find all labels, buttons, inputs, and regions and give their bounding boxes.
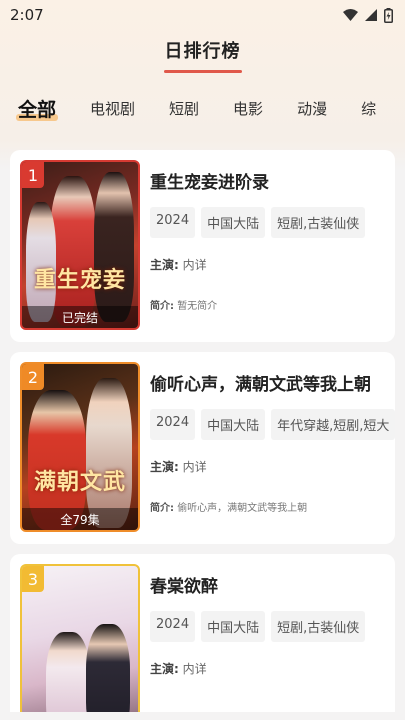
cast-value: 内详 — [182, 662, 207, 676]
tab-short-drama[interactable]: 短剧 — [169, 98, 199, 119]
battery-icon — [384, 7, 393, 23]
tag-row: 2024 中国大陆 短剧,古装仙侠 — [150, 611, 395, 642]
list-item[interactable]: 满朝文武 2 全79集 偷听心声，满朝文武等我上朝 2024 中国大陆 年代穿越… — [10, 352, 395, 544]
show-title[interactable]: 偷听心声，满朝文武等我上朝 — [150, 370, 395, 395]
tab-all[interactable]: 全部 — [15, 95, 59, 122]
show-title[interactable]: 春棠欲醉 — [150, 572, 395, 597]
episode-badge: 全79集 — [22, 508, 138, 530]
tab-variety[interactable]: 综 — [361, 98, 376, 119]
poster-image[interactable]: 满朝文武 2 全79集 — [20, 362, 140, 532]
tab-movie[interactable]: 电影 — [233, 98, 263, 119]
rank-badge: 1 — [22, 162, 44, 188]
cast-line: 主演: 内详 — [150, 660, 395, 677]
tag-year: 2024 — [150, 207, 196, 238]
tag-region: 中国大陆 — [201, 611, 266, 642]
intro-line: 简介: 偷听心声，满朝文武等我上朝 — [150, 499, 395, 514]
rank-badge: 3 — [22, 566, 44, 592]
ranking-list: 重生宠妾 1 已完结 重生宠妾进阶录 2024 中国大陆 短剧,古装仙侠 主演:… — [10, 150, 395, 720]
intro-value: 暂无简介 — [177, 301, 218, 312]
item-info: 偷听心声，满朝文武等我上朝 2024 中国大陆 年代穿越,短剧,短大 主演: 内… — [150, 370, 395, 514]
cast-line: 主演: 内详 — [150, 256, 395, 273]
wifi-icon — [343, 9, 358, 21]
cast-label: 主演: — [150, 662, 179, 676]
bottom-nav-edge — [0, 712, 405, 720]
poster-art-title: 重生宠妾 — [33, 267, 126, 293]
list-item[interactable]: 3 春棠欲醉 2024 中国大陆 短剧,古装仙侠 主演: 内详 — [10, 554, 395, 720]
tag-genre: 年代穿越,短剧,短大 — [271, 409, 395, 440]
poster-image[interactable]: 重生宠妾 1 已完结 — [20, 160, 140, 330]
tag-genre: 短剧,古装仙侠 — [271, 611, 366, 642]
cast-label: 主演: — [150, 460, 179, 474]
header: 日排行榜 — [0, 30, 405, 80]
status-badge: 已完结 — [22, 306, 138, 328]
poster-art-title: 满朝文武 — [33, 469, 126, 495]
tag-row: 2024 中国大陆 年代穿越,短剧,短大 — [150, 409, 395, 440]
tab-tv-series[interactable]: 电视剧 — [90, 98, 135, 119]
list-item[interactable]: 重生宠妾 1 已完结 重生宠妾进阶录 2024 中国大陆 短剧,古装仙侠 主演:… — [10, 150, 395, 342]
rank-badge: 2 — [22, 364, 44, 390]
cast-label: 主演: — [150, 258, 179, 272]
tag-row: 2024 中国大陆 短剧,古装仙侠 — [150, 207, 395, 238]
intro-line: 简介: 暂无简介 — [150, 297, 395, 312]
tag-region: 中国大陆 — [201, 207, 266, 238]
title-underline — [163, 70, 242, 73]
intro-value: 偷听心声，满朝文武等我上朝 — [177, 503, 308, 514]
status-bar: 2:07 — [0, 0, 405, 30]
cast-value: 内详 — [182, 258, 207, 272]
cast-value: 内详 — [182, 460, 207, 474]
tag-region: 中国大陆 — [201, 409, 266, 440]
page-title: 日排行榜 — [164, 41, 241, 62]
tab-anime[interactable]: 动漫 — [297, 98, 327, 119]
status-time: 2:07 — [10, 6, 44, 24]
tag-genre: 短剧,古装仙侠 — [271, 207, 366, 238]
signal-icon — [365, 9, 377, 21]
intro-label: 简介: — [150, 301, 174, 312]
show-title[interactable]: 重生宠妾进阶录 — [150, 168, 395, 193]
item-info: 重生宠妾进阶录 2024 中国大陆 短剧,古装仙侠 主演: 内详 简介: 暂无简… — [150, 168, 395, 312]
tag-year: 2024 — [150, 409, 196, 440]
status-icons — [343, 7, 393, 23]
poster-image[interactable]: 3 — [20, 564, 140, 720]
tag-year: 2024 — [150, 611, 196, 642]
cast-line: 主演: 内详 — [150, 458, 395, 475]
item-info: 春棠欲醉 2024 中国大陆 短剧,古装仙侠 主演: 内详 — [150, 572, 395, 677]
intro-label: 简介: — [150, 503, 174, 514]
category-tabs: 全部 电视剧 短剧 电影 动漫 综 — [0, 80, 405, 136]
